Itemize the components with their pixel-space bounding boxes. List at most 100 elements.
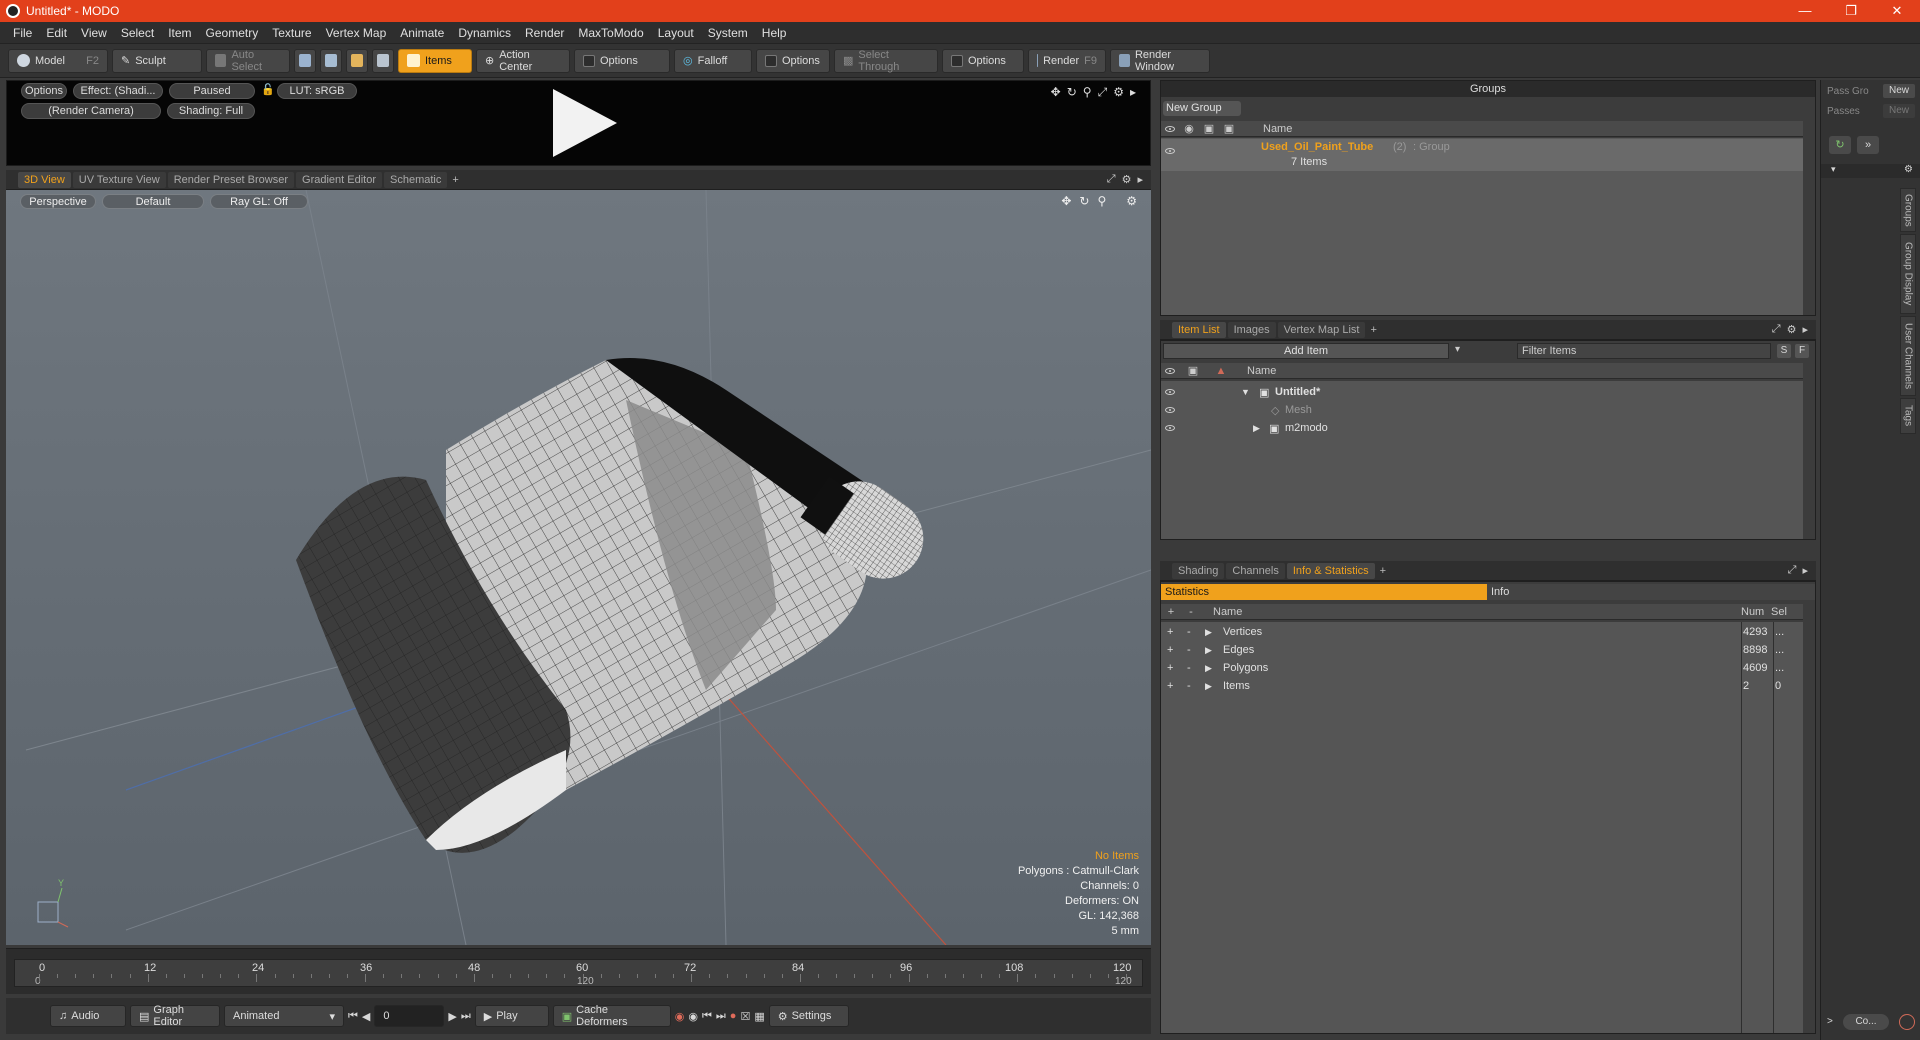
new-group-button[interactable]: New Group (1163, 101, 1241, 116)
vertices-mode-button[interactable] (294, 48, 316, 73)
add-item-button[interactable]: Add Item (1163, 343, 1449, 359)
timeline-ruler[interactable]: 0 12 24 36 48 60 72 84 96 108 120 0 120 … (14, 959, 1143, 987)
key-next-icon[interactable]: ⏭ (716, 1010, 726, 1023)
eye-icon[interactable] (1165, 389, 1175, 395)
key-prev-icon[interactable]: ⏮ (702, 1010, 712, 1023)
eye-icon[interactable] (1165, 425, 1175, 431)
paused-button[interactable]: Paused (169, 83, 255, 99)
vtab-user-channels[interactable]: User Channels (1900, 316, 1916, 396)
tab-uv-texture-view[interactable]: UV Texture View (72, 171, 166, 188)
arrow-right-icon[interactable]: ▸ (1802, 564, 1808, 577)
tab-schematic[interactable]: Schematic (384, 171, 448, 188)
filter-items-input[interactable]: Filter Items (1517, 343, 1771, 359)
tab-shading[interactable]: Shading (1172, 562, 1225, 579)
gear-icon[interactable]: ⚙ (1122, 173, 1132, 186)
tab-vertex-map-list[interactable]: Vertex Map List (1277, 321, 1366, 338)
plus-icon[interactable]: + (1167, 680, 1173, 692)
tab-info-statistics[interactable]: Info & Statistics (1286, 562, 1375, 579)
filter-f-button[interactable]: F (1795, 344, 1809, 358)
viewport-3d[interactable]: Perspective Default Ray GL: Off ✥ ↻ ⚲ ⚙ (6, 190, 1151, 945)
lock-icon[interactable]: ▣ (1199, 122, 1219, 135)
move-icon[interactable]: ✥ (1051, 85, 1061, 100)
item-row-mesh[interactable]: ◇ Mesh (1161, 401, 1803, 419)
menu-vertex-map[interactable]: Vertex Map (319, 26, 394, 40)
expand-right-icon[interactable]: ▶ (1253, 423, 1260, 434)
audio-button[interactable]: ♫ Audio (50, 1005, 126, 1027)
expand-right-icon[interactable]: ▶ (1205, 681, 1212, 692)
eye-icon[interactable] (1161, 365, 1179, 377)
menu-view[interactable]: View (74, 26, 114, 40)
tab-gradient-editor[interactable]: Gradient Editor (296, 171, 382, 188)
menu-help[interactable]: Help (755, 26, 794, 40)
frame-input[interactable]: 0 (374, 1005, 445, 1027)
graph-editor-button[interactable]: ▤ Graph Editor (130, 1004, 220, 1028)
menu-animate[interactable]: Animate (393, 26, 451, 40)
filter-s-button[interactable]: S (1777, 344, 1791, 358)
vtab-group-display[interactable]: Group Display (1900, 234, 1916, 314)
auto-select-button[interactable]: Auto Select (206, 48, 290, 73)
menu-file[interactable]: File (6, 26, 39, 40)
camera-dropdown[interactable]: (Render Camera) (21, 103, 161, 119)
vtab-groups[interactable]: Groups (1900, 188, 1916, 232)
stat-row-edges[interactable]: + - ▶ Edges 8898 ... (1161, 641, 1803, 659)
chevron-down-icon[interactable]: ▾ (1831, 164, 1836, 175)
render-button[interactable]: Render F9 (1028, 48, 1106, 73)
cache-deformers-button[interactable]: ▣ Cache Deformers (552, 1004, 671, 1028)
zoom-icon[interactable]: ⚲ (1083, 85, 1092, 100)
next-frame-icon[interactable]: ▶ (448, 1010, 456, 1023)
select-toggle-icon[interactable]: ▣ (1219, 122, 1239, 135)
item-row-untitled[interactable]: ▼ ▣ Untitled* (1161, 383, 1803, 401)
maximize-icon[interactable]: ⤢ (1788, 564, 1797, 577)
expand-right-icon[interactable]: ▶ (1205, 663, 1212, 674)
tab-item-list[interactable]: Item List (1172, 321, 1226, 338)
play-button[interactable]: ▶ Play (474, 1005, 549, 1027)
restore-icon[interactable]: ❐ (1828, 0, 1874, 22)
effect-dropdown[interactable]: Effect: (Shadi... (73, 83, 163, 99)
rotate-icon[interactable]: ↻ (1067, 85, 1077, 100)
menu-render[interactable]: Render (518, 26, 571, 40)
stat-row-polygons[interactable]: + - ▶ Polygons 4609 ... (1161, 659, 1803, 677)
stat-row-vertices[interactable]: + - ▶ Vertices 4293 ... (1161, 623, 1803, 641)
arrow-right-icon[interactable]: > (1827, 1016, 1833, 1027)
render-window-button[interactable]: Render Window (1110, 48, 1210, 73)
minus-icon[interactable]: - (1187, 644, 1191, 656)
gear-icon[interactable]: ⚙ (1113, 85, 1124, 100)
plus-icon[interactable]: + (1167, 662, 1173, 674)
settings-button[interactable]: ⚙ Settings (768, 1005, 849, 1027)
last-frame-icon[interactable]: ⏭ (461, 1010, 471, 1023)
edges-mode-button[interactable] (320, 48, 342, 73)
menu-system[interactable]: System (701, 26, 755, 40)
tab-render-preset-browser[interactable]: Render Preset Browser (167, 171, 295, 188)
menu-maxtomodo[interactable]: MaxToModo (571, 26, 650, 40)
gear-icon[interactable]: ⚙ (1904, 164, 1913, 175)
prev-frame-icon[interactable]: ◀ (362, 1010, 370, 1023)
gear-icon[interactable]: ⚙ (1787, 323, 1797, 336)
preview-options-button[interactable]: Options (21, 83, 67, 99)
minimize-icon[interactable]: — (1782, 0, 1828, 22)
select-icon[interactable]: ▲ (1207, 365, 1235, 377)
record-icon[interactable] (1899, 1014, 1915, 1030)
record-keys-icon[interactable]: ◉ (675, 1010, 685, 1023)
expand-right-icon[interactable]: ▶ (1205, 645, 1212, 656)
action-center-options-button[interactable]: Options (574, 48, 670, 73)
menu-layout[interactable]: Layout (651, 26, 701, 40)
item-row-m2modo[interactable]: ▶ ▣ m2modo (1161, 419, 1803, 437)
new-pass-group-button[interactable]: New (1883, 84, 1915, 98)
eye-icon[interactable] (1165, 148, 1175, 154)
close-icon[interactable]: ✕ (1874, 0, 1920, 22)
plus-icon[interactable]: + (1167, 626, 1173, 638)
lock-icon[interactable]: 🔓 (261, 83, 275, 96)
lut-dropdown[interactable]: LUT: sRGB (277, 83, 357, 99)
polygons-mode-button[interactable] (346, 48, 368, 73)
menu-edit[interactable]: Edit (39, 26, 74, 40)
animated-dropdown[interactable]: Animated ▾ (224, 1005, 344, 1027)
maximize-icon[interactable]: ⤢ (1098, 85, 1108, 100)
group-row[interactable]: Used_Oil_Paint_Tube (2) : Group 7 Items (1161, 139, 1803, 171)
eye-icon[interactable] (1165, 407, 1175, 413)
render-toggle-icon[interactable]: ◉ (1179, 122, 1199, 135)
add-tab-button[interactable]: + (449, 172, 461, 188)
items-mode-button[interactable]: Items (398, 48, 472, 73)
tab-images[interactable]: Images (1227, 321, 1276, 338)
arrow-right-icon[interactable]: ▸ (1137, 173, 1143, 186)
delete-key-icon[interactable]: ☒ (740, 1010, 750, 1023)
